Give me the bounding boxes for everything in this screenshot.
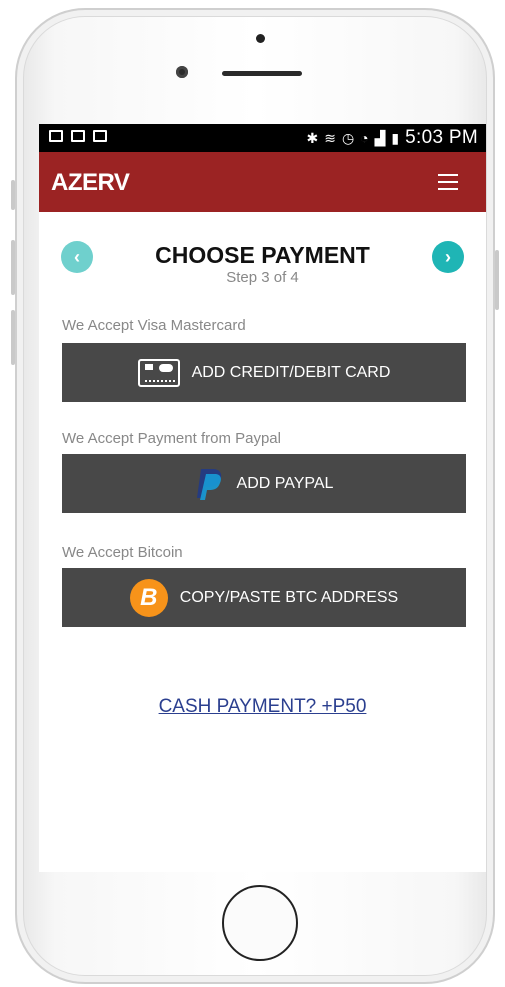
vibrate-icon: ≋ (324, 129, 336, 146)
copy-btc-address-button[interactable]: B COPY/PASTE BTC ADDRESS (62, 568, 466, 627)
chevron-right-icon[interactable]: › (432, 241, 464, 273)
alarm-icon: ◷ (341, 129, 355, 146)
hamburger-menu-icon[interactable] (438, 174, 458, 190)
paypal-icon (196, 468, 221, 500)
earpiece-speaker (222, 71, 302, 76)
bluetooth-icon: ✱ (306, 129, 319, 146)
add-paypal-label: ADD PAYPAL (236, 474, 334, 492)
wifi-icon: ◔ (360, 130, 369, 146)
add-card-button[interactable]: ADD CREDIT/DEBIT CARD (62, 343, 466, 402)
bitcoin-icon: B (129, 578, 168, 617)
volume-up-button (11, 240, 15, 295)
battery-icon: ▮ (391, 129, 400, 146)
app-logo[interactable]: AZERV (51, 169, 130, 197)
bitcoin-caption: We Accept Bitcoin (62, 544, 183, 561)
add-card-label: ADD CREDIT/DEBIT CARD (191, 363, 391, 381)
card-caption: We Accept Visa Mastercard (62, 317, 246, 334)
gallery-icon (49, 130, 63, 142)
home-button[interactable] (222, 885, 298, 961)
copy-btc-label: COPY/PASTE BTC ADDRESS (179, 588, 399, 606)
mute-switch (11, 180, 15, 210)
step-indicator: Step 3 of 4 (226, 269, 299, 286)
notification-icons (49, 130, 107, 142)
mail-icon (93, 130, 107, 142)
proximity-sensor (256, 34, 265, 43)
app-screen: ✱ ≋ ◷ ◔ ▟ ▮ 5:03 PM AZERV ‹ CHOOSE PAYME… (39, 124, 486, 872)
mail-icon (71, 130, 85, 142)
page-title: CHOOSE PAYMENT (155, 242, 370, 268)
credit-card-icon (137, 358, 180, 387)
cash-payment-link[interactable]: CASH PAYMENT? +P50 (39, 696, 486, 718)
system-icons: ✱ ≋ ◷ ◔ ▟ ▮ 5:03 PM (306, 127, 478, 149)
status-time: 5:03 PM (405, 127, 478, 148)
app-bar: AZERV (39, 152, 486, 212)
power-button (495, 250, 499, 310)
front-camera (176, 66, 188, 78)
signal-icon: ▟ (374, 129, 386, 146)
volume-down-button (11, 310, 15, 365)
status-bar: ✱ ≋ ◷ ◔ ▟ ▮ 5:03 PM (39, 124, 486, 152)
paypal-caption: We Accept Payment from Paypal (62, 430, 281, 447)
add-paypal-button[interactable]: ADD PAYPAL (62, 454, 466, 513)
